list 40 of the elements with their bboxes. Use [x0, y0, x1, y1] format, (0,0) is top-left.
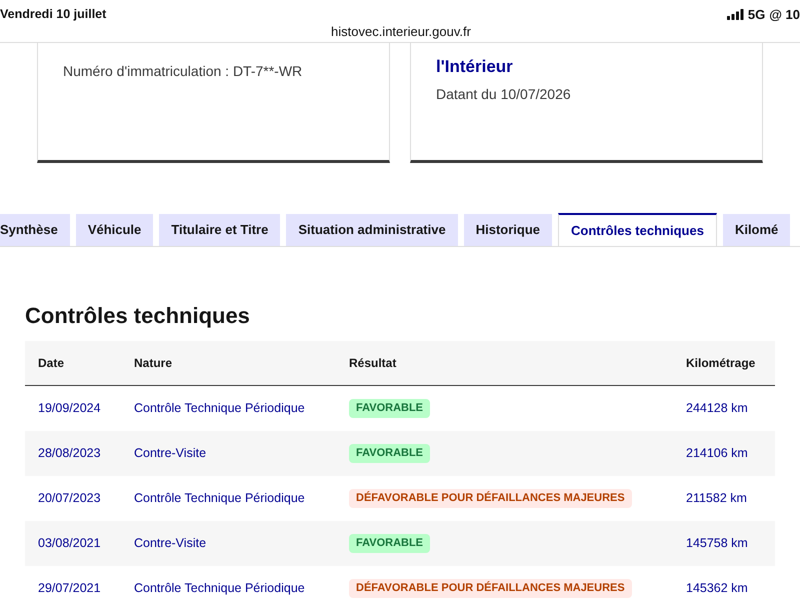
table-cell-text: 214106 km — [686, 445, 748, 462]
card-subtitle: Numéro d'immatriculation : DT-7**-WR — [63, 62, 304, 81]
tab[interactable]: Contrôles techniques — [558, 213, 717, 246]
result-badge: DÉFAVORABLE POUR DÉFAILLANCES MAJEURES — [349, 579, 632, 598]
card-subtitle: Datant du 10/07/2026 — [436, 85, 572, 104]
table-cell-text: Contrôle Technique Périodique — [134, 580, 305, 598]
url-text[interactable]: histovec.interieur.gouv.fr — [331, 22, 471, 42]
column-header: Nature — [134, 355, 174, 372]
battery-label: @ 10 — [769, 6, 800, 24]
tab[interactable]: Situation administrative — [286, 214, 458, 246]
table-cell-text: 29/07/2021 — [38, 580, 101, 598]
tab[interactable]: Véhicule — [76, 214, 154, 246]
tab[interactable]: Historique — [464, 214, 552, 246]
result-badge: FAVORABLE — [349, 444, 430, 463]
column-header: Date — [38, 355, 66, 372]
result-badge: FAVORABLE — [349, 399, 430, 418]
table-cell-text: 20/07/2023 — [38, 490, 101, 508]
card-title[interactable]: l'Intérieur — [436, 55, 742, 79]
tab[interactable]: Synthèse — [0, 214, 70, 246]
table-cell-text: 28/08/2023 — [38, 445, 101, 462]
tab[interactable]: Kilomé — [722, 214, 790, 246]
signal-icon — [726, 9, 744, 20]
column-header: Kilométrage — [686, 355, 756, 372]
table-cell-text: Contrôle Technique Périodique — [134, 400, 305, 418]
table-cell-text: 145362 km — [686, 580, 748, 598]
table-cell-text: Contre-Visite — [134, 535, 206, 552]
result-badge: DÉFAVORABLE POUR DÉFAILLANCES MAJEURES — [349, 489, 632, 508]
status-date: Vendredi 10 juillet — [0, 6, 106, 23]
result-badge: FAVORABLE — [349, 534, 430, 553]
table-cell-text: Contre-Visite — [134, 445, 206, 462]
tab[interactable]: Titulaire et Titre — [159, 214, 280, 246]
table-cell-text: 244128 km — [686, 400, 748, 418]
table-cell-text: Contrôle Technique Périodique — [134, 490, 305, 508]
column-header: Résultat — [349, 355, 398, 372]
network-label: 5G — [748, 6, 766, 24]
table-cell-text: 145758 km — [686, 535, 748, 552]
table-cell-text: 211582 km — [686, 490, 747, 508]
table-cell-text: 03/08/2021 — [38, 535, 101, 552]
section-title: Contrôles techniques — [25, 302, 251, 330]
table-cell-text: 19/09/2024 — [38, 400, 101, 418]
